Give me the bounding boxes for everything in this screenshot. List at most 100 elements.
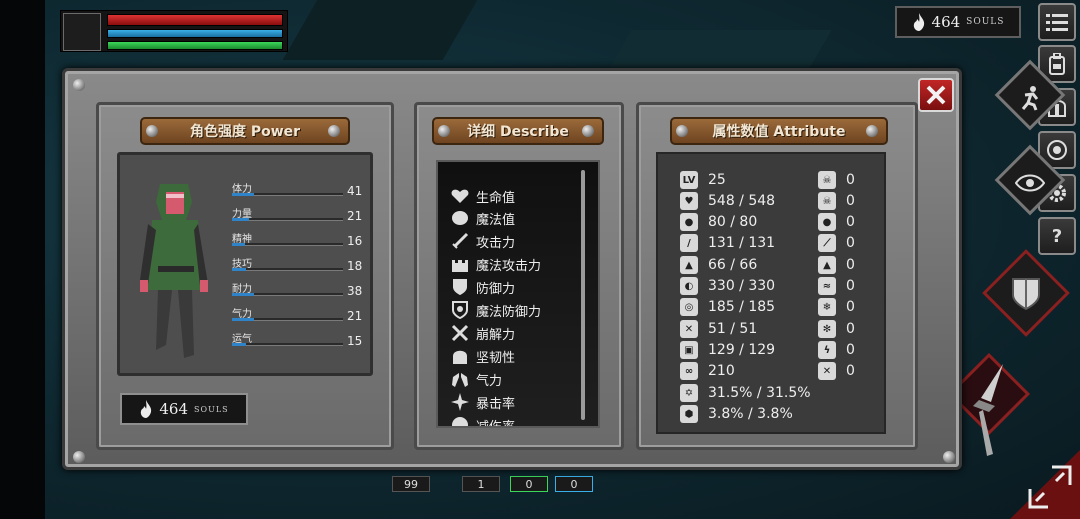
star-burst-icon: ✡ [680, 384, 698, 402]
sword-icon [958, 360, 1014, 460]
attr-value: 31.5% / 31.5% [708, 385, 811, 401]
souls-value: 464 [159, 400, 189, 418]
attr-resist-death: ☠ 0 [818, 170, 855, 190]
stat-bar-fill [232, 243, 246, 246]
list-item[interactable]: 魔法值 [450, 207, 515, 229]
quick-slot-1-count: 1 [477, 477, 485, 491]
rivet [866, 125, 878, 137]
help-button[interactable]: ? [1038, 217, 1076, 255]
attr-mp: ● 80 / 80 [680, 212, 757, 232]
souls-value: 464 [931, 13, 961, 31]
castle-icon [450, 254, 470, 274]
attr-value: 25 [708, 172, 726, 188]
attr-value: 129 / 129 [708, 342, 776, 358]
blood-drop-icon: ● [818, 213, 836, 231]
stat-bar [232, 293, 343, 296]
list-item[interactable]: 暴击率 [450, 391, 515, 413]
stamina-bar [107, 41, 283, 50]
shield-icon [1006, 272, 1046, 316]
list-item[interactable]: 减伤率 [450, 414, 516, 428]
heart-icon [450, 186, 470, 206]
stat-bar-fill [232, 318, 255, 321]
list-item-label: 气力 [476, 373, 503, 389]
stat-value: 18 [347, 259, 363, 273]
rivet [582, 125, 594, 137]
star-burst-icon [450, 392, 470, 412]
shield-icon [450, 277, 470, 297]
attr-value: 0 [846, 235, 855, 251]
stat-bar [232, 343, 343, 346]
skull-icon: ☠ [818, 171, 836, 189]
frost-icon: ❄ [818, 298, 836, 316]
panel-souls-counter: 464 SOULS [120, 393, 248, 425]
attr-value: 3.8% / 3.8% [708, 406, 793, 422]
stat-value: 15 [347, 334, 363, 348]
quick-slot-1[interactable]: 1 [462, 476, 500, 492]
rivet [676, 125, 688, 137]
attr-resist-holy: ✕ 0 [818, 361, 855, 381]
flame-icon [913, 13, 924, 31]
health-bar [107, 14, 283, 26]
bones-icon: ☠ [818, 192, 836, 210]
attr-resist-slash: ⟋ 0 [818, 233, 855, 253]
stat-bar-fill [232, 193, 255, 196]
stat-row-luck: 运气 15 [232, 330, 367, 354]
list-item-label: 暴击率 [476, 396, 516, 412]
list-item[interactable]: 魔法防御力 [450, 299, 541, 321]
list-item[interactable]: 生命值 [450, 185, 515, 207]
shield-icon: ◐ [680, 277, 698, 295]
break-icon [450, 323, 470, 343]
player-portrait [63, 13, 101, 51]
attr-value: 548 / 548 [708, 193, 776, 209]
list-icon [1046, 14, 1068, 31]
list-item-label: 魔法防御力 [476, 304, 542, 320]
attr-value: 0 [846, 278, 855, 294]
menu-list-button[interactable] [1038, 3, 1076, 41]
lungs-icon [450, 369, 470, 389]
stat-bar-fill [232, 268, 247, 271]
rivet [328, 125, 340, 137]
attr-value: 330 / 330 [708, 278, 776, 294]
attr-level: LV 25 [680, 170, 726, 190]
stat-row-vigor: 气力 21 [232, 305, 367, 329]
lightning-icon: ϟ [818, 341, 836, 359]
stat-row-strength: 力量 21 [232, 205, 367, 229]
souls-label: SOULS [966, 17, 1005, 27]
describe-list[interactable]: 生命值 魔法值 攻击力 魔法攻击力 防御力 魔法防御力 崩解力 坚韧性 气力 暴… [436, 160, 600, 428]
lv-icon: LV [680, 171, 698, 189]
attr-value: 0 [846, 342, 855, 358]
describe-scrollbar[interactable] [581, 170, 585, 420]
running-man-icon [1010, 78, 1050, 118]
list-item[interactable]: 坚韧性 [450, 345, 515, 367]
attr-attack: / 131 / 131 [680, 233, 775, 253]
power-title-plaque: 角色强度 Power [140, 117, 350, 145]
attr-hp: ♥ 548 / 548 [680, 191, 775, 211]
stat-value: 41 [347, 184, 363, 198]
list-item[interactable]: 攻击力 [450, 230, 515, 252]
list-item-label: 减伤率 [476, 419, 516, 428]
list-item[interactable]: 魔法攻击力 [450, 253, 541, 275]
quick-slot-3[interactable]: 0 [555, 476, 593, 492]
attr-value: 80 / 80 [708, 214, 758, 230]
list-item[interactable]: 崩解力 [450, 322, 515, 344]
damage-reduction-icon [450, 415, 470, 426]
stat-row-skill: 技巧 18 [232, 255, 367, 279]
eye-icon [1008, 163, 1052, 203]
attr-resist-bleed: ● 0 [818, 212, 855, 232]
close-button[interactable] [918, 78, 954, 112]
attr-magic-attack: ▲ 66 / 66 [680, 255, 757, 275]
attr-resist-fire: ▲ 0 [818, 255, 855, 275]
help-label: ? [1051, 225, 1063, 247]
flame-icon [141, 400, 152, 418]
attr-resist-lightning: ϟ0 [818, 340, 855, 360]
rivet [943, 451, 955, 463]
stat-row-endurance: 耐力 38 [232, 280, 367, 304]
stat-bar-fill [232, 343, 247, 346]
attr-value: 0 [846, 172, 855, 188]
sword-icon: / [680, 234, 698, 252]
list-item[interactable]: 气力 [450, 368, 502, 390]
list-item[interactable]: 防御力 [450, 276, 515, 298]
sword-icon [450, 231, 470, 251]
attr-value: 66 / 66 [708, 257, 758, 273]
quick-slot-2[interactable]: 0 [510, 476, 548, 492]
